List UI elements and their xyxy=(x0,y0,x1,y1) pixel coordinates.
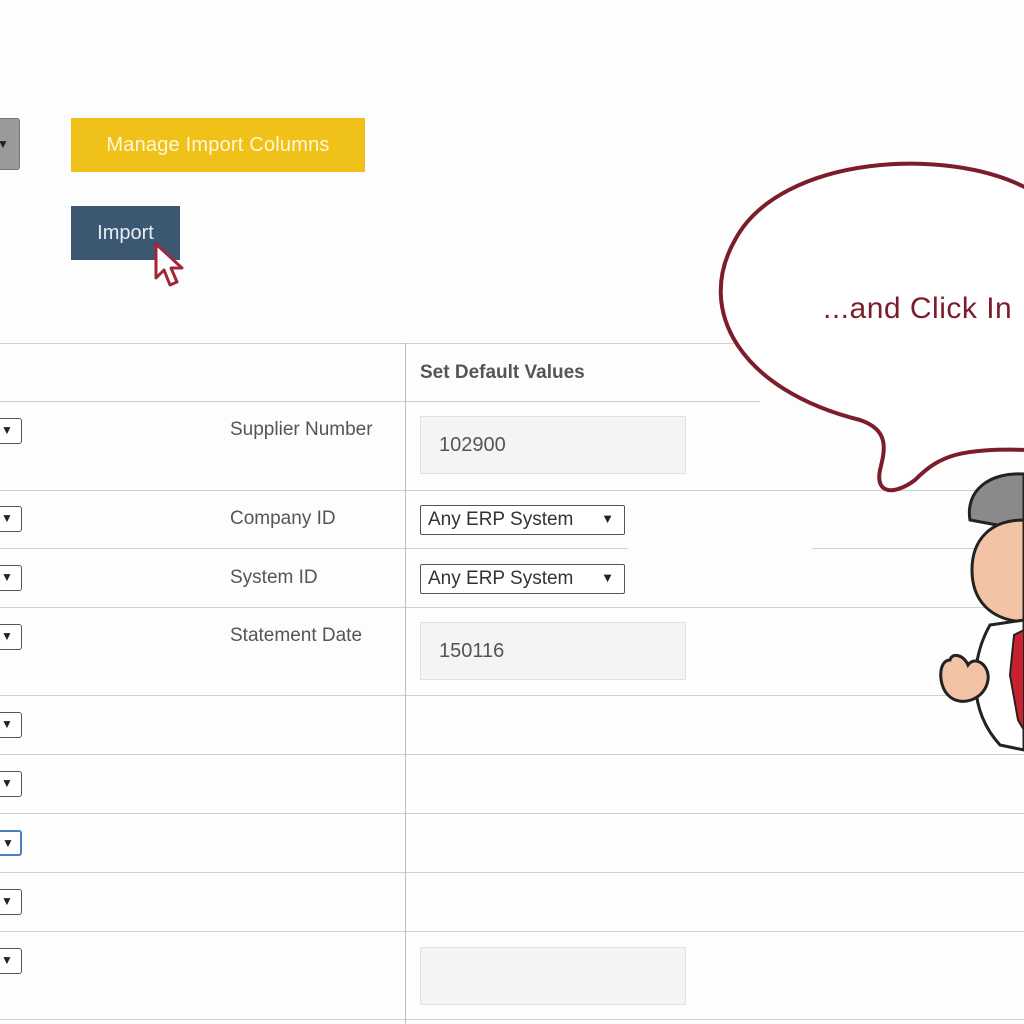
mapping-select-statement-date[interactable]: ▼ xyxy=(0,624,22,650)
callout-text: ...and Click In xyxy=(823,292,1013,325)
chevron-down-icon: ▼ xyxy=(1,953,13,967)
row-divider xyxy=(0,813,1024,814)
row-divider xyxy=(0,695,1024,696)
chevron-down-icon: ▼ xyxy=(0,137,9,151)
field-label-supplier-number: Supplier Number xyxy=(230,419,373,440)
chevron-down-icon: ▼ xyxy=(1,717,13,731)
statement-date-default-input[interactable]: 150116 xyxy=(420,622,686,680)
chevron-down-icon: ▼ xyxy=(1,511,13,525)
chevron-down-icon: ▼ xyxy=(1,423,13,437)
chevron-down-icon: ▼ xyxy=(601,511,614,526)
manage-import-columns-button[interactable]: Manage Import Columns xyxy=(71,118,365,172)
mapping-select-company-id[interactable]: ▼ xyxy=(0,506,22,532)
system-id-select-value: Any ERP System xyxy=(428,568,574,589)
mapping-select-system-id[interactable]: ▼ xyxy=(0,565,22,591)
chevron-down-icon: ▼ xyxy=(1,629,13,643)
mapping-select-row-6[interactable]: ▼ xyxy=(0,771,22,797)
cartoon-businessman-icon xyxy=(939,472,1024,752)
row-divider xyxy=(0,1019,1024,1020)
field-label-statement-date: Statement Date xyxy=(230,625,363,646)
row-divider xyxy=(0,548,628,549)
mapping-select-row-9[interactable]: ▼ xyxy=(0,948,22,974)
row-divider xyxy=(0,931,1024,932)
mapping-select-row-8[interactable]: ▼ xyxy=(0,889,22,915)
field-label-system-id: System ID xyxy=(230,567,318,588)
default-values-header: Set Default Values xyxy=(420,362,585,383)
row-9-default-input[interactable] xyxy=(420,947,686,1005)
row-divider xyxy=(0,607,1024,608)
chevron-down-icon: ▼ xyxy=(601,570,614,585)
chevron-down-icon: ▼ xyxy=(1,776,13,790)
row-divider xyxy=(0,401,760,402)
supplier-number-default-input[interactable]: 102900 xyxy=(420,416,686,474)
column-select-dropdown[interactable]: ▼ xyxy=(0,118,20,170)
column-divider xyxy=(405,343,406,1024)
chevron-down-icon: ▼ xyxy=(2,836,14,850)
mapping-select-row-7[interactable]: ▼ xyxy=(0,830,22,856)
chevron-down-icon: ▼ xyxy=(1,570,13,584)
chevron-down-icon: ▼ xyxy=(1,894,13,908)
mapping-select-row-5[interactable]: ▼ xyxy=(0,712,22,738)
system-id-default-select[interactable]: Any ERP System ▼ xyxy=(420,564,625,594)
company-id-default-select[interactable]: Any ERP System ▼ xyxy=(420,505,625,535)
mapping-select-supplier-number[interactable]: ▼ xyxy=(0,418,22,444)
mouse-pointer-icon xyxy=(154,242,184,287)
company-id-select-value: Any ERP System xyxy=(428,509,574,530)
field-label-company-id: Company ID xyxy=(230,508,336,529)
row-divider xyxy=(0,754,1024,755)
row-divider xyxy=(0,872,1024,873)
